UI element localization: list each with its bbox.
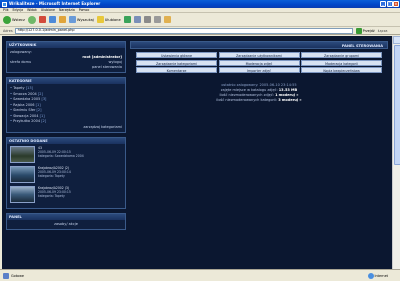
- menu-file[interactable]: Plik: [3, 8, 9, 12]
- go-arrow-icon: [355, 27, 362, 34]
- address-bar: Adres http://127.0.0.1/admin_panel.php P…: [0, 27, 400, 35]
- favorites-label: Ulubione: [104, 17, 121, 22]
- go-button[interactable]: Przejdź: [355, 27, 375, 34]
- edit-icon[interactable]: [153, 16, 161, 23]
- latest-category: kategoria: Tapety: [38, 173, 65, 178]
- main-panel: PANEL STEROWANIA Ustawienia główne Zarzą…: [130, 41, 388, 103]
- scroll-up-arrow[interactable]: [393, 36, 400, 44]
- sidebar: UŻYTKOWNIK zalogowany: root [administrat…: [6, 41, 126, 234]
- address-input[interactable]: http://127.0.0.1/admin_panel.php: [14, 27, 353, 34]
- categories-button[interactable]: Zarządzanie kategoriami: [136, 59, 217, 66]
- menu-favorites[interactable]: Ulubione: [41, 8, 55, 12]
- settings-button[interactable]: Ustawienia główne: [136, 52, 217, 58]
- photo-thumbnail[interactable]: [10, 165, 35, 183]
- window-controls: _ □ ×: [380, 1, 399, 7]
- zone-label: Internet: [374, 273, 388, 278]
- back-label: Wstecz: [12, 17, 25, 22]
- user-panel: UŻYTKOWNIK zalogowany: root [administrat…: [6, 41, 126, 73]
- home-icon[interactable]: [58, 16, 66, 23]
- pending-categories: ilość niezmoderowanych kategorii: 3 mode…: [216, 98, 302, 102]
- backup-button[interactable]: Kopia bezpieczeństwa: [301, 67, 382, 73]
- page-content: UŻYTKOWNIK zalogowany: root [administrat…: [2, 36, 392, 269]
- photo-thumbnail[interactable]: [10, 185, 35, 203]
- close-button[interactable]: ×: [393, 1, 399, 7]
- latest-name: Krajobraz/A2002 (2): [38, 165, 70, 170]
- importer-button[interactable]: Importer zdjęć: [218, 67, 300, 73]
- maximize-button[interactable]: □: [386, 1, 393, 7]
- go-label: Przejdź: [362, 28, 375, 33]
- scroll-thumb[interactable]: [393, 45, 400, 165]
- menu-edit[interactable]: Edycja: [13, 8, 24, 12]
- security-zone: Internet: [367, 272, 388, 279]
- folder-icon[interactable]: [163, 16, 171, 23]
- search-label: Wyszukaj: [76, 17, 94, 22]
- latest-name: Krajobraz/A2002 (3): [38, 185, 70, 190]
- groups-button[interactable]: Zarządzanie grupami: [301, 52, 382, 58]
- bottom-panel: PANEL zasoby/ akcje: [6, 212, 126, 230]
- print-icon[interactable]: [143, 16, 151, 23]
- window-title: Wrikaliteze - Microsoft Internet Explore…: [9, 1, 101, 6]
- mail-icon[interactable]: [133, 16, 141, 23]
- links-label[interactable]: Łącza: [378, 29, 388, 33]
- title-bar: Wrikaliteze - Microsoft Internet Explore…: [0, 0, 400, 8]
- main-title: PANEL STEROWANIA: [130, 41, 388, 49]
- menu-view[interactable]: Widok: [27, 8, 37, 12]
- bottom-panel-link[interactable]: zasoby/ akcje: [10, 222, 122, 227]
- latest-date: 2005-06-09 23:00:14: [38, 169, 71, 174]
- category-moderation-button[interactable]: Moderacja kategorii: [301, 59, 382, 66]
- moderate-categories-link[interactable]: moderuj »: [282, 98, 302, 102]
- users-button[interactable]: Zarządzanie użytkownikami: [218, 52, 300, 58]
- toolbar: Wstecz Wyszukaj Ulubione: [0, 13, 400, 27]
- refresh-icon[interactable]: [48, 16, 56, 23]
- manage-categories-link[interactable]: zarządzaj kategoriami: [10, 125, 122, 130]
- latest-item[interactable]: Krajobraz/A2002 (3) 2005-06-09 23:00:15 …: [10, 185, 122, 203]
- latest-item[interactable]: Krajobraz/A2002 (2) 2005-06-09 23:00:14 …: [10, 165, 122, 183]
- moderate-photos-link[interactable]: moderuj »: [279, 93, 299, 97]
- latest-panel: OSTATNIO DODANE 43 2005-06-09 22:00:15 k…: [6, 136, 126, 209]
- back-arrow-icon: [3, 15, 11, 24]
- minimize-button[interactable]: _: [380, 1, 386, 7]
- back-button[interactable]: Wstecz: [3, 15, 25, 24]
- status-bar: Gotowe Internet: [0, 269, 400, 281]
- menu-help[interactable]: Pomoc: [79, 8, 90, 12]
- globe-icon: [367, 272, 374, 279]
- history-icon[interactable]: [123, 16, 131, 23]
- photo-thumbnail[interactable]: [10, 145, 35, 163]
- menu-tools[interactable]: Narzędzia: [59, 8, 75, 12]
- address-label: Adres: [3, 28, 13, 33]
- ie-icon: [2, 1, 7, 7]
- star-icon: [96, 16, 104, 23]
- comments-button[interactable]: Komentarze: [136, 67, 217, 73]
- latest-category: kategoria: Tapety: [38, 193, 65, 198]
- control-buttons: Ustawienia główne Zarządzanie użytkownik…: [136, 52, 382, 73]
- latest-item[interactable]: 43 2005-06-09 22:00:15 kategoria: Szwedz…: [10, 145, 122, 163]
- status-text: Gotowe: [11, 273, 24, 278]
- stop-icon[interactable]: [38, 16, 46, 23]
- photo-moderation-button[interactable]: Moderacja zdjęć: [218, 59, 300, 66]
- search-button[interactable]: Wyszukaj: [68, 16, 94, 23]
- forward-arrow-icon[interactable]: [27, 15, 36, 24]
- favorites-button[interactable]: Ulubione: [96, 16, 121, 23]
- latest-category: kategoria: Szwedzkama 2004: [38, 153, 84, 158]
- vertical-scrollbar[interactable]: [392, 36, 400, 269]
- categories-panel: KATEGORIE •Tapety [13] •Smocza 2004 [2] …: [6, 77, 126, 133]
- control-panel-link[interactable]: panel sterowania: [10, 65, 122, 70]
- zone-link[interactable]: strefa domu: [10, 60, 31, 65]
- stats: ostatnio zalogowany: 2005-06-10 23:14:55…: [130, 83, 388, 103]
- latest-date: 2005-06-09 23:00:15: [38, 189, 71, 194]
- page-icon: [3, 272, 9, 279]
- search-icon: [68, 16, 76, 23]
